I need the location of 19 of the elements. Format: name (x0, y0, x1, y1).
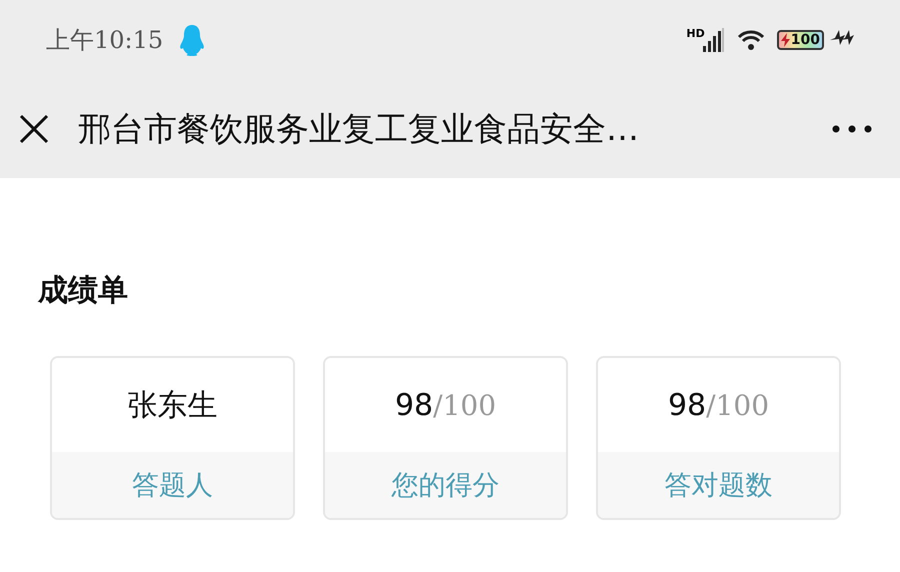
signal-icon (702, 28, 725, 52)
wifi-icon (736, 29, 765, 51)
card-total: /100 (706, 388, 770, 422)
card-total: /100 (433, 388, 496, 422)
page-title: 邢台市餐饮服务业复工复业食品安全… (78, 108, 640, 150)
card-value: 98 (668, 388, 706, 422)
battery-level: 100 (790, 32, 820, 48)
card-label: 答对题数 (598, 452, 839, 518)
close-icon[interactable] (18, 113, 50, 145)
penguin-icon (179, 24, 206, 56)
section-heading: 成绩单 (38, 272, 129, 310)
status-time: 上午10:15 (46, 25, 164, 56)
card-label: 答题人 (52, 452, 293, 518)
card-value: 98 (394, 388, 434, 422)
network-label: HD (686, 26, 705, 40)
card-label: 您的得分 (325, 452, 566, 518)
card-value: 张东生 (128, 386, 218, 424)
more-icon[interactable] (832, 125, 872, 133)
bolt-icon (780, 33, 790, 47)
